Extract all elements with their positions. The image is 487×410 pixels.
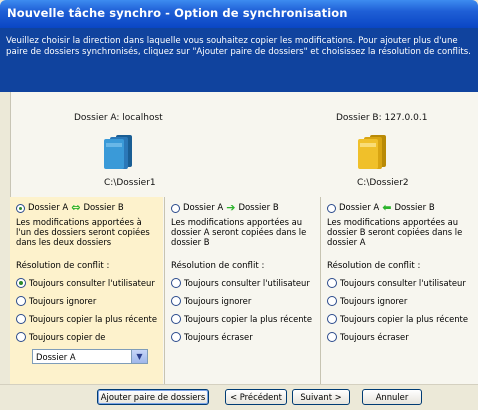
radio-button[interactable] (16, 314, 26, 324)
option-b-to-a[interactable]: Dossier A ⬅ Dossier B Les modifications … (321, 197, 478, 384)
option-a-to-b[interactable]: Dossier A ➔ Dossier B Les modifications … (165, 197, 318, 384)
choice-label: Toujours copier la plus récente (29, 314, 157, 324)
choice-label: Toujours consulter l'utilisateur (340, 278, 466, 288)
conflict-resolution-title: Résolution de conflit : (327, 261, 421, 271)
option-a-to-b-header[interactable]: Dossier A ➔ Dossier B (171, 201, 279, 214)
conflict-choice-overwrite[interactable]: Toujours écraser (327, 332, 409, 342)
conflict-choice-overwrite[interactable]: Toujours écraser (171, 332, 253, 342)
copy-from-select[interactable]: Dossier A ▼ (32, 349, 148, 364)
option-label-a: Dossier A (28, 203, 69, 213)
copy-from-value: Dossier A (36, 352, 76, 362)
radio-button[interactable] (327, 314, 337, 324)
conflict-choice-copy-from[interactable]: Toujours copier de (16, 332, 105, 342)
choice-label: Toujours consulter l'utilisateur (29, 278, 155, 288)
cancel-button[interactable]: Annuler (362, 389, 422, 405)
dialog-window: Nouvelle tâche synchro - Option de synch… (0, 0, 487, 410)
option-bidirectional-radio[interactable] (16, 203, 25, 213)
blue-folder-icon (104, 135, 132, 169)
conflict-choice-ignore[interactable]: Toujours ignorer (171, 296, 251, 306)
radio-button[interactable] (327, 332, 337, 342)
window-title: Nouvelle tâche synchro - Option de synch… (7, 6, 348, 20)
conflict-choice-newest[interactable]: Toujours copier la plus récente (327, 314, 468, 324)
conflict-choice-newest[interactable]: Toujours copier la plus récente (171, 314, 312, 324)
conflict-resolution-title: Résolution de conflit : (16, 261, 110, 271)
window-edge (478, 0, 487, 409)
option-b-to-a-radio[interactable] (327, 203, 336, 213)
option-bidirectional-header[interactable]: Dossier A ⇔ Dossier B (16, 201, 124, 214)
radio-button[interactable] (327, 296, 337, 306)
next-button[interactable]: Suivant > (292, 389, 350, 405)
option-description: Les modifications apportées au dossier A… (171, 217, 307, 247)
radio-button[interactable] (171, 332, 181, 342)
choice-label: Toujours ignorer (29, 296, 97, 306)
instructions-text: Veuillez choisir la direction dans laque… (6, 36, 471, 57)
option-label-b: Dossier B (394, 203, 435, 213)
button-bar: Ajouter paire de dossiers < Précédent Su… (0, 384, 478, 410)
choice-label: Toujours copier de (29, 332, 106, 342)
conflict-choice-ignore[interactable]: Toujours ignorer (16, 296, 96, 306)
choice-label: Toujours ignorer (184, 296, 252, 306)
folder-b-path: C:\Dossier2 (357, 178, 409, 188)
chevron-down-icon[interactable]: ▼ (131, 350, 147, 363)
radio-button[interactable] (16, 332, 26, 342)
option-bidirectional[interactable]: Dossier A ⇔ Dossier B Les modifications … (10, 197, 163, 384)
instructions-banner: Veuillez choisir la direction dans laque… (0, 28, 478, 92)
choice-label: Toujours écraser (184, 332, 253, 342)
choice-label: Toujours copier la plus récente (184, 314, 312, 324)
conflict-choice-ignore[interactable]: Toujours ignorer (327, 296, 407, 306)
conflict-choice-newest[interactable]: Toujours copier la plus récente (16, 314, 157, 324)
conflict-choice-ask-user[interactable]: Toujours consulter l'utilisateur (16, 278, 155, 288)
option-label-a: Dossier A (339, 203, 380, 213)
choice-label: Toujours ignorer (340, 296, 408, 306)
add-folder-pair-button[interactable]: Ajouter paire de dossiers (97, 389, 209, 405)
option-label-a: Dossier A (183, 203, 224, 213)
choice-label: Toujours copier la plus récente (340, 314, 468, 324)
option-description: Les modifications apportées au dossier B… (327, 217, 463, 247)
double-arrow-icon: ⇔ (71, 201, 81, 214)
folder-b-label: Dossier B: 127.0.0.1 (336, 113, 428, 123)
right-arrow-icon: ➔ (226, 201, 236, 214)
choice-label: Toujours écraser (340, 332, 409, 342)
title-bar[interactable]: Nouvelle tâche synchro - Option de synch… (0, 0, 478, 28)
option-label-b: Dossier B (83, 203, 124, 213)
yellow-folder-icon (358, 135, 386, 169)
conflict-choice-ask-user[interactable]: Toujours consulter l'utilisateur (327, 278, 466, 288)
conflict-choice-ask-user[interactable]: Toujours consulter l'utilisateur (171, 278, 310, 288)
radio-button[interactable] (16, 278, 26, 288)
folder-a-path: C:\Dossier1 (104, 178, 156, 188)
radio-button[interactable] (171, 296, 181, 306)
choice-label: Toujours consulter l'utilisateur (184, 278, 310, 288)
radio-button[interactable] (327, 278, 337, 288)
radio-button[interactable] (16, 296, 26, 306)
previous-button[interactable]: < Précédent (225, 389, 287, 405)
left-arrow-icon: ⬅ (382, 201, 392, 214)
option-description: Les modifications apportées à l'un des d… (16, 217, 150, 247)
radio-button[interactable] (171, 278, 181, 288)
radio-button[interactable] (171, 314, 181, 324)
option-label-b: Dossier B (238, 203, 279, 213)
conflict-resolution-title: Résolution de conflit : (171, 261, 265, 271)
folder-a-label: Dossier A: localhost (74, 113, 163, 123)
option-a-to-b-radio[interactable] (171, 203, 180, 213)
option-b-to-a-header[interactable]: Dossier A ⬅ Dossier B (327, 201, 435, 214)
